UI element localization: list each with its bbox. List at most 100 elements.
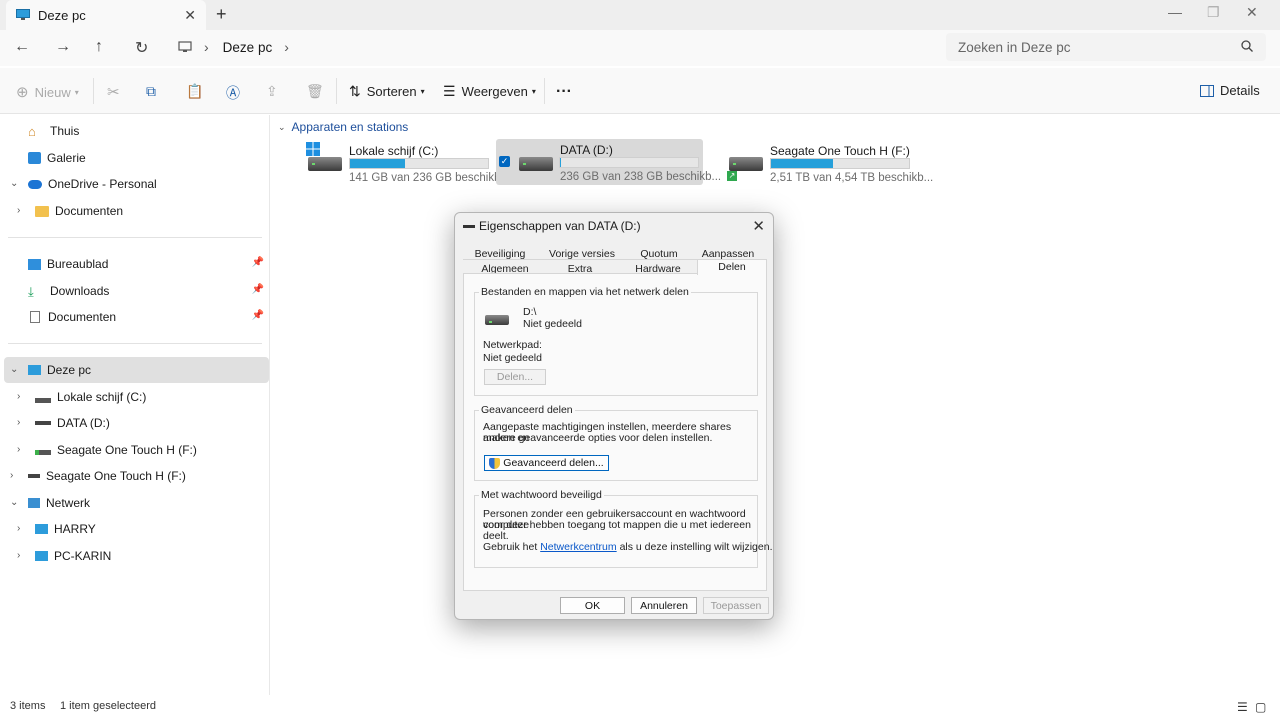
chevron-down-icon[interactable]: ⌄ xyxy=(10,497,18,508)
network-center-post: als u deze instelling wilt wijzigen. xyxy=(619,541,773,553)
sidebar-item-drive-c[interactable]: › Lokale schijf (C:) xyxy=(17,385,146,409)
apply-button[interactable]: Toepassen xyxy=(703,597,769,614)
rename-icon[interactable]: Ⓐ xyxy=(226,83,240,103)
advanced-sharing-button[interactable]: Geavanceerd delen... xyxy=(484,455,609,471)
address-bar[interactable]: › Deze pc › xyxy=(168,33,936,61)
breadcrumb-deze-pc[interactable]: Deze pc xyxy=(223,40,273,55)
status-item-count: 3 items xyxy=(10,700,46,712)
chevron-right-icon[interactable]: › xyxy=(17,550,20,561)
minimize-icon[interactable]: — xyxy=(1168,4,1182,20)
chevron-down-icon[interactable]: ⌄ xyxy=(10,178,18,189)
pin-icon[interactable]: 📌 xyxy=(252,284,264,295)
sidebar-label: DATA (D:) xyxy=(57,416,110,430)
sidebar-item-home[interactable]: ⌂ Thuis xyxy=(28,119,79,143)
share-icon[interactable]: ⇪ xyxy=(266,83,278,100)
advanced-sharing-group: Geavanceerd delen Aangepaste machtiginge… xyxy=(474,404,758,481)
cut-icon[interactable]: ✂ xyxy=(107,83,120,101)
sidebar-item-this-pc[interactable]: ⌄ Deze pc xyxy=(4,357,269,383)
cancel-button[interactable]: Annuleren xyxy=(631,597,697,614)
chevron-right-icon[interactable]: › xyxy=(17,523,20,534)
share-button[interactable]: Delen... xyxy=(484,369,546,385)
toolbar-divider xyxy=(336,78,337,104)
desktop-icon xyxy=(28,258,41,270)
hard-drive-icon xyxy=(729,157,763,171)
new-button[interactable]: ⊕ Nieuw ▾ xyxy=(16,83,79,101)
tab-deze-pc[interactable]: Deze pc ✕ xyxy=(6,0,206,30)
back-icon[interactable]: ← xyxy=(14,38,30,56)
chevron-right-icon[interactable]: › xyxy=(17,417,20,428)
sidebar-item-drive-f[interactable]: › Seagate One Touch H (F:) xyxy=(10,464,186,488)
close-window-icon[interactable]: ✕ xyxy=(1246,4,1258,21)
close-tab-icon[interactable]: ✕ xyxy=(184,7,196,24)
sidebar-item-network[interactable]: ⌄ Netwerk xyxy=(10,491,90,515)
up-icon[interactable]: ↑ xyxy=(95,38,103,56)
sidebar-item-downloads[interactable]: ⤓ Downloads 📌 xyxy=(28,279,268,303)
chevron-right-icon[interactable]: › xyxy=(10,470,13,481)
share-state: Niet gedeeld xyxy=(523,318,582,330)
advanced-sharing-button-label: Geavanceerd delen... xyxy=(503,457,604,469)
details-view-icon[interactable]: ☰ xyxy=(1237,700,1248,714)
pin-icon[interactable]: 📌 xyxy=(252,310,264,321)
forward-icon[interactable]: → xyxy=(55,38,71,56)
drive-name: Lokale schijf (C:) xyxy=(349,144,439,158)
new-tab-button[interactable]: + xyxy=(216,4,227,25)
sidebar-label: Documenten xyxy=(48,310,117,324)
drive-usage-bar xyxy=(559,157,699,168)
maximize-icon[interactable]: ❐ xyxy=(1207,4,1220,21)
sidebar-item-onedrive[interactable]: ⌄ OneDrive - Personal xyxy=(10,172,157,196)
chevron-down-icon: ▾ xyxy=(531,87,536,96)
group-header[interactable]: ⌄ Apparaten en stations xyxy=(278,120,408,134)
sidebar-item-drive-f-sub[interactable]: › Seagate One Touch H (F:) xyxy=(17,438,197,462)
drive-tile-c[interactable]: Lokale schijf (C:) 141 GB van 236 GB bes… xyxy=(302,140,510,188)
drive-icon xyxy=(35,421,51,425)
sidebar-item-pc-karin[interactable]: › PC-KARIN xyxy=(17,544,111,568)
computer-icon xyxy=(35,524,48,534)
search-input[interactable]: Zoeken in Deze pc xyxy=(946,33,1266,61)
dialog-title-bar: Eigenschappen van DATA (D:) xyxy=(463,219,641,233)
network-sharing-legend: Bestanden en mappen via het netwerk dele… xyxy=(479,286,691,298)
details-button[interactable]: Details xyxy=(1200,83,1260,98)
breadcrumb-chevron[interactable]: › xyxy=(284,39,289,55)
copy-icon[interactable]: ⧉ xyxy=(146,83,156,100)
drive-size: 2,51 TB van 4,54 TB beschikb... xyxy=(770,172,934,184)
paste-icon[interactable]: 📋 xyxy=(186,83,203,100)
chevron-right-icon[interactable]: › xyxy=(17,205,20,216)
sidebar-label: Seagate One Touch H (F:) xyxy=(57,443,197,457)
dialog-close-icon[interactable]: ✕ xyxy=(752,217,765,235)
more-options-button[interactable]: ··· xyxy=(556,83,572,101)
tab-delen[interactable]: Delen xyxy=(697,259,767,275)
view-button[interactable]: ☰ Weergeven ▾ xyxy=(443,83,536,100)
network-center-link[interactable]: Netwerkcentrum xyxy=(540,541,616,553)
drive-path: D:\ xyxy=(523,306,537,318)
chevron-right-icon[interactable]: › xyxy=(17,444,20,455)
ok-button[interactable]: OK xyxy=(560,597,625,614)
delete-icon[interactable]: 🗑 xyxy=(306,83,324,100)
sort-button[interactable]: ⇅ Sorteren ▾ xyxy=(349,83,425,100)
drive-icon xyxy=(463,224,475,228)
properties-dialog: Eigenschappen van DATA (D:) ✕ Beveiligin… xyxy=(454,212,774,620)
group-header-label: Apparaten en stations xyxy=(291,120,409,134)
tab-panel-delen: Bestanden en mappen via het netwerk dele… xyxy=(463,273,772,591)
sidebar-label: Seagate One Touch H (F:) xyxy=(46,469,186,483)
chevron-down-icon[interactable]: ⌄ xyxy=(10,364,18,375)
sidebar-item-harry[interactable]: › HARRY xyxy=(17,517,96,541)
checkbox-checked-icon[interactable]: ✓ xyxy=(499,156,510,167)
hard-drive-icon xyxy=(519,157,553,171)
sidebar-item-gallery[interactable]: Galerie xyxy=(28,146,86,170)
sidebar-item-documents[interactable]: Documenten 📌 xyxy=(28,305,268,329)
shared-arrow-icon: ↗ xyxy=(727,171,737,181)
new-label: Nieuw xyxy=(34,84,71,100)
drive-tile-f[interactable]: ↗ Seagate One Touch H (F:) 2,51 TB van 4… xyxy=(725,140,933,188)
sidebar-label: Thuis xyxy=(50,124,80,138)
sidebar-item-drive-d[interactable]: › DATA (D:) xyxy=(17,411,110,435)
sidebar-item-desktop[interactable]: Bureaublad 📌 xyxy=(28,252,268,276)
search-icon xyxy=(1241,40,1253,52)
drive-usage-bar xyxy=(349,158,489,169)
drive-tile-d[interactable]: ✓ DATA (D:) 236 GB van 238 GB beschikb..… xyxy=(496,139,721,185)
tiles-view-icon[interactable]: ▢ xyxy=(1255,700,1266,714)
sidebar-item-onedrive-documents[interactable]: › Documenten xyxy=(17,199,123,223)
refresh-icon[interactable]: ↻ xyxy=(135,38,148,58)
chevron-right-icon[interactable]: › xyxy=(17,391,20,402)
pin-icon[interactable]: 📌 xyxy=(252,257,264,268)
drive-usage-fill xyxy=(350,159,406,168)
